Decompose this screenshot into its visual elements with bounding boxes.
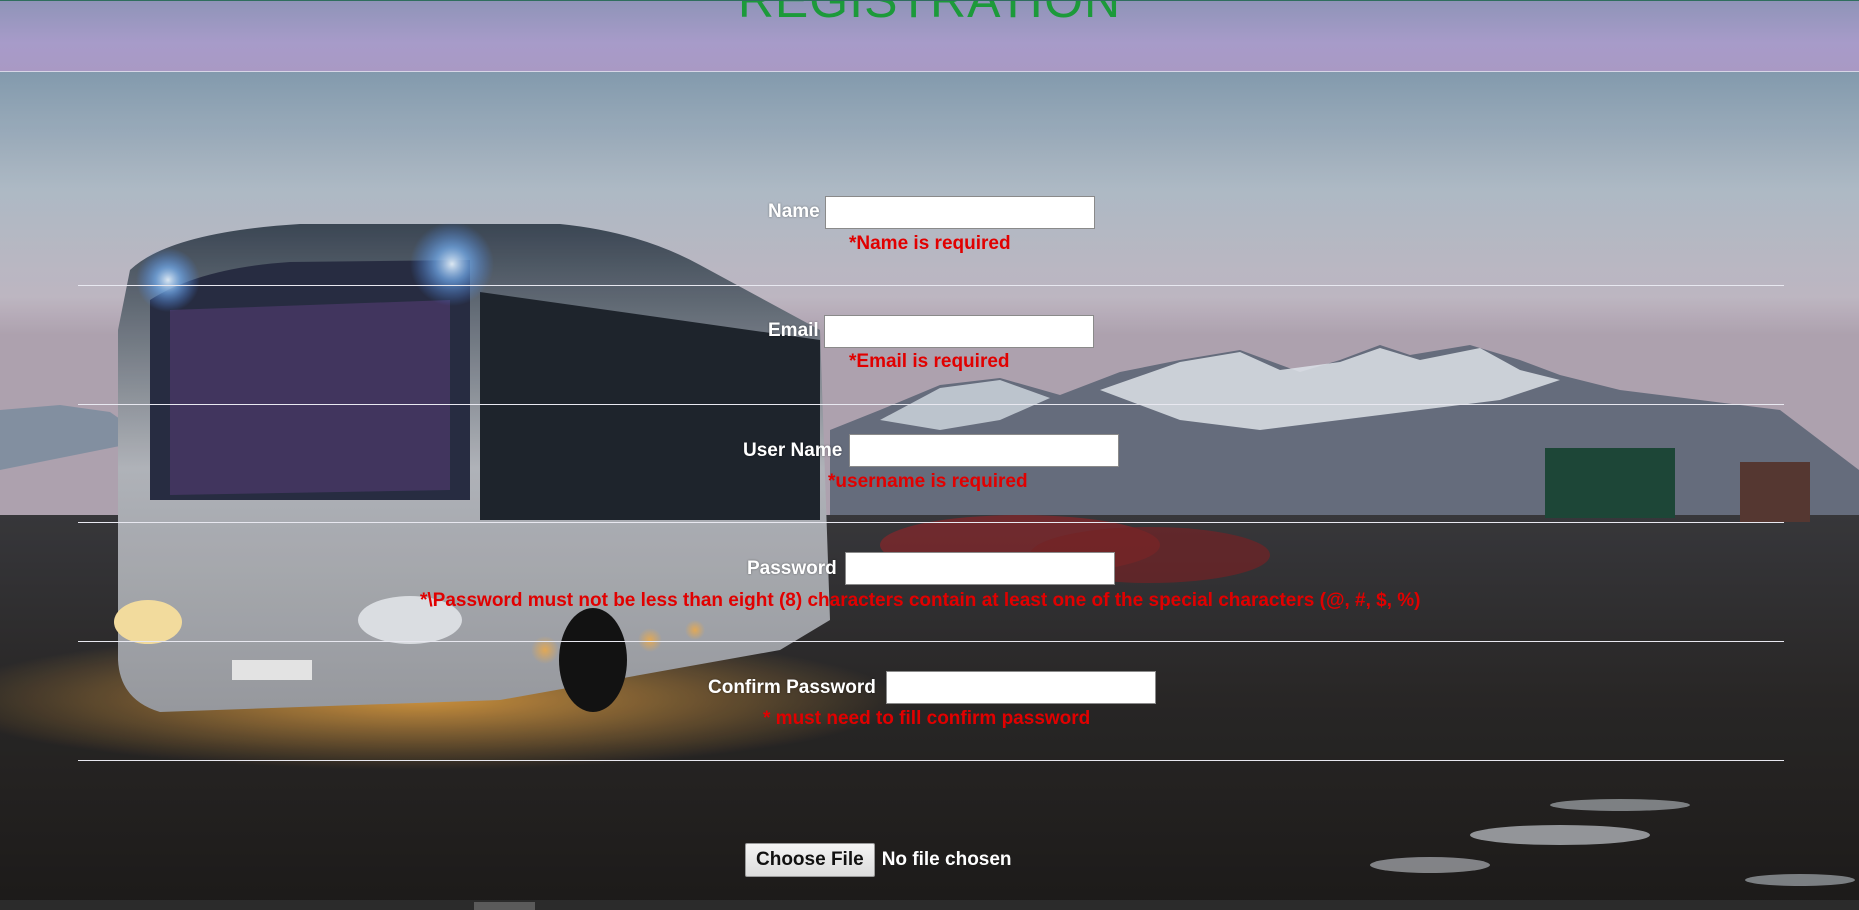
choose-file-button[interactable]: Choose File bbox=[745, 843, 875, 877]
email-label: Email bbox=[768, 320, 819, 341]
horizontal-scrollbar[interactable] bbox=[0, 900, 1859, 910]
name-label: Name bbox=[768, 201, 820, 222]
name-input[interactable] bbox=[825, 196, 1095, 229]
email-error: *Email is required bbox=[849, 351, 1010, 372]
page-title: REGISTRATION bbox=[737, 0, 1122, 28]
scrollbar-thumb[interactable] bbox=[474, 902, 535, 910]
confirm-password-error: * must need to fill confirm password bbox=[763, 708, 1091, 729]
divider bbox=[78, 522, 1784, 523]
confirm-password-input[interactable] bbox=[886, 671, 1156, 704]
divider bbox=[78, 404, 1784, 405]
password-error: *\Password must not be less than eight (… bbox=[420, 590, 1421, 611]
username-label: User Name bbox=[743, 440, 843, 461]
password-input[interactable] bbox=[845, 552, 1115, 585]
username-input[interactable] bbox=[849, 434, 1119, 467]
username-error: *username is required bbox=[828, 471, 1028, 492]
divider bbox=[78, 760, 1784, 761]
name-error: *Name is required bbox=[849, 233, 1011, 254]
password-label: Password bbox=[747, 558, 837, 579]
confirm-password-label: Confirm Password bbox=[708, 677, 876, 698]
header-band: REGISTRATION bbox=[0, 0, 1859, 72]
divider bbox=[78, 641, 1784, 642]
registration-page: REGISTRATION Name *Name is required Emai… bbox=[0, 0, 1859, 910]
divider bbox=[78, 285, 1784, 286]
file-status-text: No file chosen bbox=[881, 849, 1012, 870]
file-upload: Choose File No file chosen bbox=[745, 843, 1012, 877]
email-input[interactable] bbox=[824, 315, 1094, 348]
